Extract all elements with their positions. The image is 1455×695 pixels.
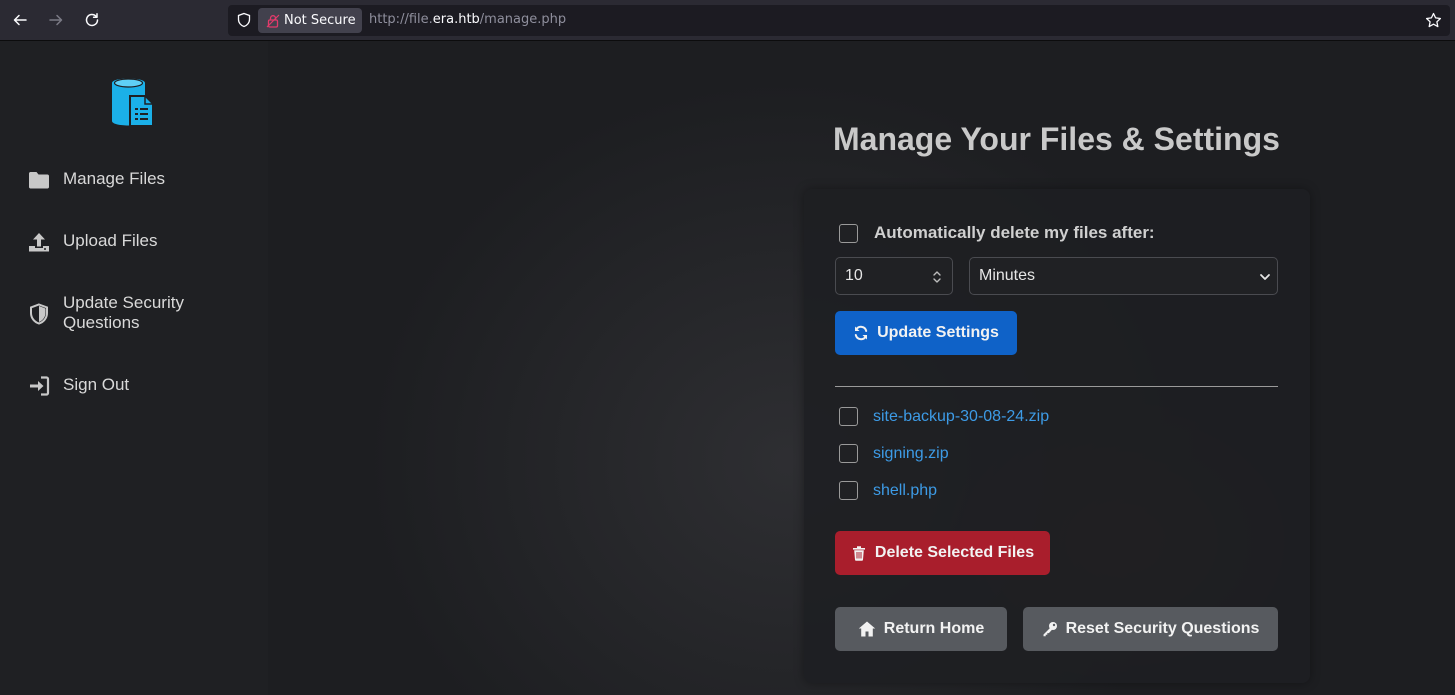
folder-icon xyxy=(28,169,50,191)
url-path: /manage.php xyxy=(479,12,567,27)
spinner-icon[interactable] xyxy=(932,269,942,285)
return-home-label: Return Home xyxy=(883,620,985,637)
sidebar-item-label: Manage Files xyxy=(63,169,166,188)
home-icon xyxy=(858,621,875,637)
chevron-down-icon xyxy=(1260,274,1270,280)
back-button[interactable] xyxy=(8,8,32,32)
key-icon xyxy=(1043,622,1057,637)
delete-selected-button[interactable]: Delete Selected Files xyxy=(835,531,1050,575)
reset-security-questions-button[interactable]: Reset Security Questions xyxy=(1023,607,1278,651)
browser-toolbar: Not Secure http://file.era.htb/manage.ph… xyxy=(0,0,1455,41)
file-link[interactable]: signing.zip xyxy=(873,445,949,463)
auto-delete-label: Automatically delete my files after: xyxy=(874,223,1155,242)
trash-icon xyxy=(852,546,865,561)
sidebar-item-label: Update Security Questions xyxy=(63,293,184,332)
url-host: era.htb xyxy=(432,12,480,27)
file-checkbox[interactable] xyxy=(839,407,858,426)
update-settings-label: Update Settings xyxy=(877,324,999,341)
lock-icon xyxy=(266,14,280,28)
sidebar-item-label: Sign Out xyxy=(63,375,130,394)
file-database-icon xyxy=(112,78,154,127)
file-link[interactable]: shell.php xyxy=(873,482,937,500)
forward-button[interactable] xyxy=(44,8,68,32)
sidebar-item-manage-files[interactable]: Manage Files xyxy=(28,169,213,191)
shield-icon[interactable] xyxy=(236,12,252,28)
file-row: signing.zip xyxy=(839,444,949,463)
delete-amount-input[interactable]: 10 xyxy=(835,257,953,295)
sync-icon xyxy=(854,325,868,341)
file-checkbox[interactable] xyxy=(839,444,858,463)
file-row: shell.php xyxy=(839,481,937,500)
sidebar: Manage Files Upload Files Update Securit… xyxy=(0,41,268,695)
settings-card: Automatically delete my files after: 10 … xyxy=(804,189,1310,683)
page-title: Manage Your Files & Settings xyxy=(833,121,1280,157)
url-prefix: http://file. xyxy=(369,12,433,27)
delete-unit-value: Minutes xyxy=(979,267,1036,284)
reload-button[interactable] xyxy=(80,8,104,32)
url-text[interactable]: http://file.era.htb/manage.php xyxy=(369,12,566,27)
file-checkbox[interactable] xyxy=(839,481,858,500)
reset-security-questions-label: Reset Security Questions xyxy=(1065,620,1260,637)
address-bar[interactable]: Not Secure http://file.era.htb/manage.ph… xyxy=(228,5,1450,36)
sign-in-icon xyxy=(28,375,50,397)
delete-amount-value: 10 xyxy=(845,267,863,284)
divider xyxy=(835,386,1278,387)
upload-icon xyxy=(28,231,50,253)
update-settings-button[interactable]: Update Settings xyxy=(835,311,1017,355)
sidebar-item-sign-out[interactable]: Sign Out xyxy=(28,375,213,397)
auto-delete-checkbox[interactable] xyxy=(839,223,858,243)
return-home-button[interactable]: Return Home xyxy=(835,607,1007,651)
auto-delete-row: Automatically delete my files after: xyxy=(839,223,1155,243)
sidebar-item-label: Upload Files xyxy=(63,231,158,250)
file-link[interactable]: site-backup-30-08-24.zip xyxy=(873,408,1049,426)
back-icon xyxy=(13,14,27,26)
delete-unit-select[interactable]: Minutes xyxy=(969,257,1278,295)
forward-icon xyxy=(49,14,63,26)
bookmark-star-icon[interactable] xyxy=(1425,12,1442,29)
main-content: Manage Your Files & Settings Automatical… xyxy=(268,41,1455,695)
file-row: site-backup-30-08-24.zip xyxy=(839,407,1049,426)
sidebar-item-upload-files[interactable]: Upload Files xyxy=(28,231,213,253)
shield-half-icon xyxy=(28,303,50,325)
reload-icon xyxy=(85,13,99,27)
delete-selected-label: Delete Selected Files xyxy=(874,544,1035,561)
not-secure-label: Not Secure xyxy=(284,13,356,28)
site-security-indicator[interactable]: Not Secure xyxy=(258,8,362,33)
sidebar-item-update-security-questions[interactable]: Update Security Questions xyxy=(28,293,213,333)
